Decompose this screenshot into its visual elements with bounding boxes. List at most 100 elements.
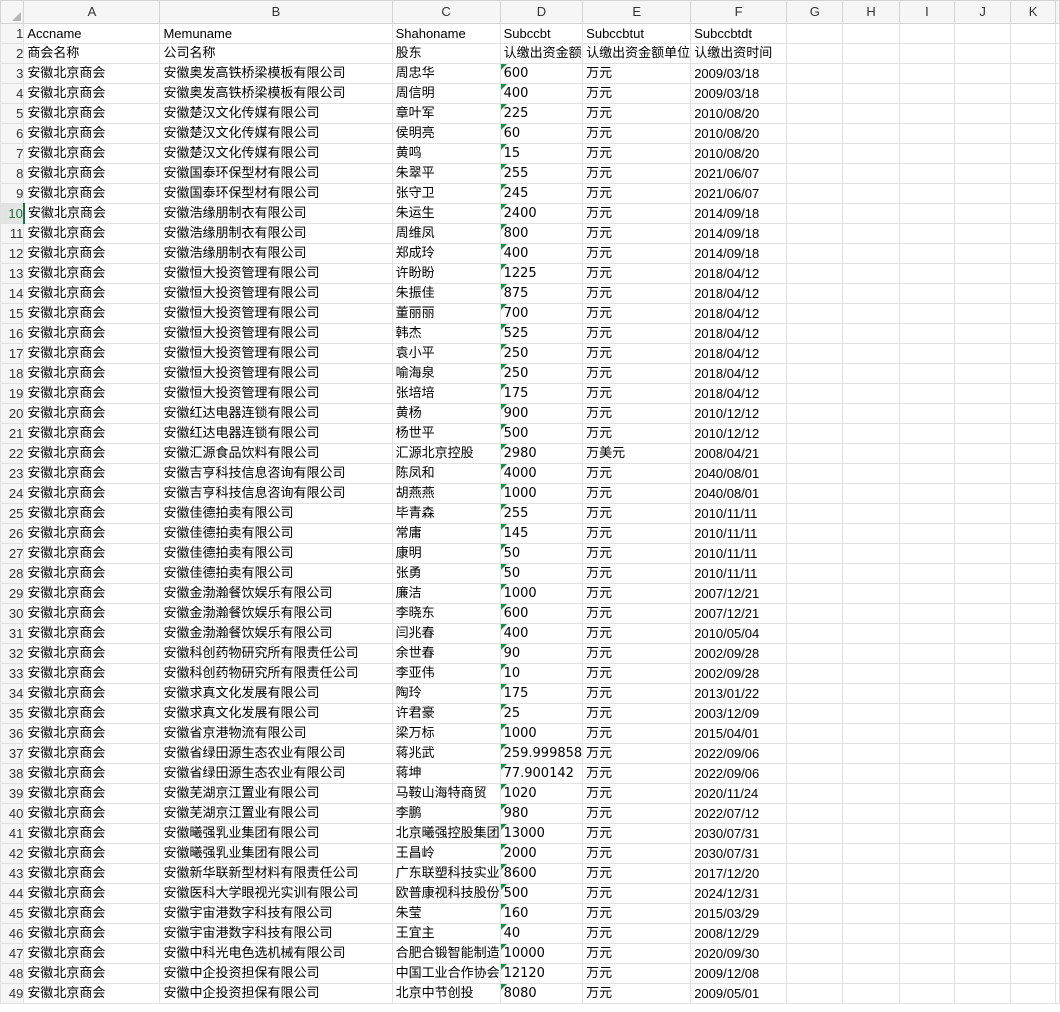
row-header[interactable]: 14 xyxy=(0,283,25,304)
cell-k[interactable] xyxy=(1010,983,1056,1004)
cell-i[interactable] xyxy=(898,363,956,384)
cell-e[interactable]: 万元 xyxy=(582,623,692,644)
cell-i[interactable] xyxy=(898,463,956,484)
row-header[interactable]: 6 xyxy=(0,123,25,144)
cell-b[interactable]: 公司名称 xyxy=(159,43,393,64)
row-header[interactable]: 28 xyxy=(0,563,25,584)
cell-c[interactable]: 合肥合锻智能制造 xyxy=(391,943,501,964)
cell-b[interactable]: 安徽奥发高铁桥梁模板有限公司 xyxy=(159,63,393,84)
cell-d[interactable]: 255 xyxy=(499,163,584,184)
cell-g[interactable] xyxy=(786,63,844,84)
cell-k[interactable] xyxy=(1010,123,1056,144)
cell-h[interactable] xyxy=(842,643,900,664)
cell-g[interactable] xyxy=(786,863,844,884)
cell-h[interactable] xyxy=(842,943,900,964)
cell-d[interactable]: 259.999858 xyxy=(499,743,584,764)
column-header-b[interactable]: B xyxy=(159,0,393,24)
cell-a[interactable]: 安徽北京商会 xyxy=(23,623,161,644)
cell-h[interactable] xyxy=(842,323,900,344)
cell-i[interactable] xyxy=(898,743,956,764)
cell-c[interactable]: 许盼盼 xyxy=(391,263,501,284)
cell-j[interactable] xyxy=(954,923,1012,944)
cell-a[interactable]: 安徽北京商会 xyxy=(23,363,161,384)
cell-empty[interactable] xyxy=(1055,483,1060,504)
row-header[interactable]: 10 xyxy=(0,203,25,224)
row-header[interactable]: 11 xyxy=(0,223,25,244)
cell-h[interactable] xyxy=(842,963,900,984)
cell-h[interactable] xyxy=(842,783,900,804)
cell-b[interactable]: 安徽吉亨科技信息咨询有限公司 xyxy=(159,483,393,504)
cell-j[interactable] xyxy=(954,223,1012,244)
cell-empty[interactable] xyxy=(1055,63,1060,84)
cell-f[interactable]: 2018/04/12 xyxy=(690,383,788,404)
cell-k[interactable] xyxy=(1010,863,1056,884)
cell-h[interactable] xyxy=(842,263,900,284)
cell-i[interactable] xyxy=(898,703,956,724)
cell-d[interactable]: 认缴出资金额 xyxy=(499,43,584,64)
cell-empty[interactable] xyxy=(1055,23,1060,44)
row-header[interactable]: 16 xyxy=(0,323,25,344)
row-header[interactable]: 45 xyxy=(0,903,25,924)
cell-j[interactable] xyxy=(954,703,1012,724)
cell-c[interactable]: 梁万标 xyxy=(391,723,501,744)
cell-h[interactable] xyxy=(842,663,900,684)
row-header[interactable]: 27 xyxy=(0,543,25,564)
cell-k[interactable] xyxy=(1010,383,1056,404)
cell-d[interactable]: 250 xyxy=(499,363,584,384)
cell-h[interactable] xyxy=(842,563,900,584)
cell-g[interactable] xyxy=(786,163,844,184)
cell-empty[interactable] xyxy=(1055,743,1060,764)
cell-g[interactable] xyxy=(786,623,844,644)
cell-d[interactable]: 145 xyxy=(499,523,584,544)
cell-c[interactable]: 廉洁 xyxy=(391,583,501,604)
cell-e[interactable]: 万元 xyxy=(582,243,692,264)
cell-i[interactable] xyxy=(898,383,956,404)
cell-k[interactable] xyxy=(1010,423,1056,444)
cell-e[interactable]: 万元 xyxy=(582,663,692,684)
cell-h[interactable] xyxy=(842,883,900,904)
cell-k[interactable] xyxy=(1010,243,1056,264)
column-header-g[interactable]: G xyxy=(786,0,844,24)
cell-b[interactable]: 安徽佳德拍卖有限公司 xyxy=(159,543,393,564)
row-header[interactable]: 43 xyxy=(0,863,25,884)
cell-g[interactable] xyxy=(786,663,844,684)
cell-j[interactable] xyxy=(954,403,1012,424)
cell-b[interactable]: 安徽吉亨科技信息咨询有限公司 xyxy=(159,463,393,484)
cell-a[interactable]: 安徽北京商会 xyxy=(23,903,161,924)
cell-k[interactable] xyxy=(1010,763,1056,784)
cell-b[interactable]: 安徽科创药物研究所有限责任公司 xyxy=(159,663,393,684)
cell-f[interactable]: 2018/04/12 xyxy=(690,343,788,364)
cell-h[interactable] xyxy=(842,443,900,464)
cell-b[interactable]: 安徽楚汉文化传媒有限公司 xyxy=(159,143,393,164)
cell-d[interactable]: 500 xyxy=(499,883,584,904)
cell-g[interactable] xyxy=(786,283,844,304)
column-header-e[interactable]: E xyxy=(582,0,692,24)
cell-j[interactable] xyxy=(954,683,1012,704)
cell-f[interactable]: 2010/11/11 xyxy=(690,563,788,584)
cell-empty[interactable] xyxy=(1055,83,1060,104)
cell-e[interactable]: 万元 xyxy=(582,823,692,844)
cell-d[interactable]: 980 xyxy=(499,803,584,824)
cell-empty[interactable] xyxy=(1055,283,1060,304)
cell-f[interactable]: 2003/12/09 xyxy=(690,703,788,724)
cell-i[interactable] xyxy=(898,943,956,964)
cell-g[interactable] xyxy=(786,883,844,904)
cell-b[interactable]: 安徽恒大投资管理有限公司 xyxy=(159,323,393,344)
row-header[interactable]: 9 xyxy=(0,183,25,204)
cell-k[interactable] xyxy=(1010,303,1056,324)
cell-d[interactable]: 400 xyxy=(499,243,584,264)
cell-j[interactable] xyxy=(954,863,1012,884)
row-header[interactable]: 32 xyxy=(0,643,25,664)
cell-b[interactable]: 安徽国泰环保型材有限公司 xyxy=(159,163,393,184)
cell-f[interactable]: 2013/01/22 xyxy=(690,683,788,704)
cell-d[interactable]: 875 xyxy=(499,283,584,304)
cell-i[interactable] xyxy=(898,443,956,464)
cell-b[interactable]: 安徽求真文化发展有限公司 xyxy=(159,703,393,724)
cell-f[interactable]: 2010/12/12 xyxy=(690,423,788,444)
cell-f[interactable]: 2018/04/12 xyxy=(690,283,788,304)
row-header[interactable]: 21 xyxy=(0,423,25,444)
cell-j[interactable] xyxy=(954,283,1012,304)
cell-h[interactable] xyxy=(842,523,900,544)
row-header[interactable]: 13 xyxy=(0,263,25,284)
cell-f[interactable]: 2021/06/07 xyxy=(690,163,788,184)
